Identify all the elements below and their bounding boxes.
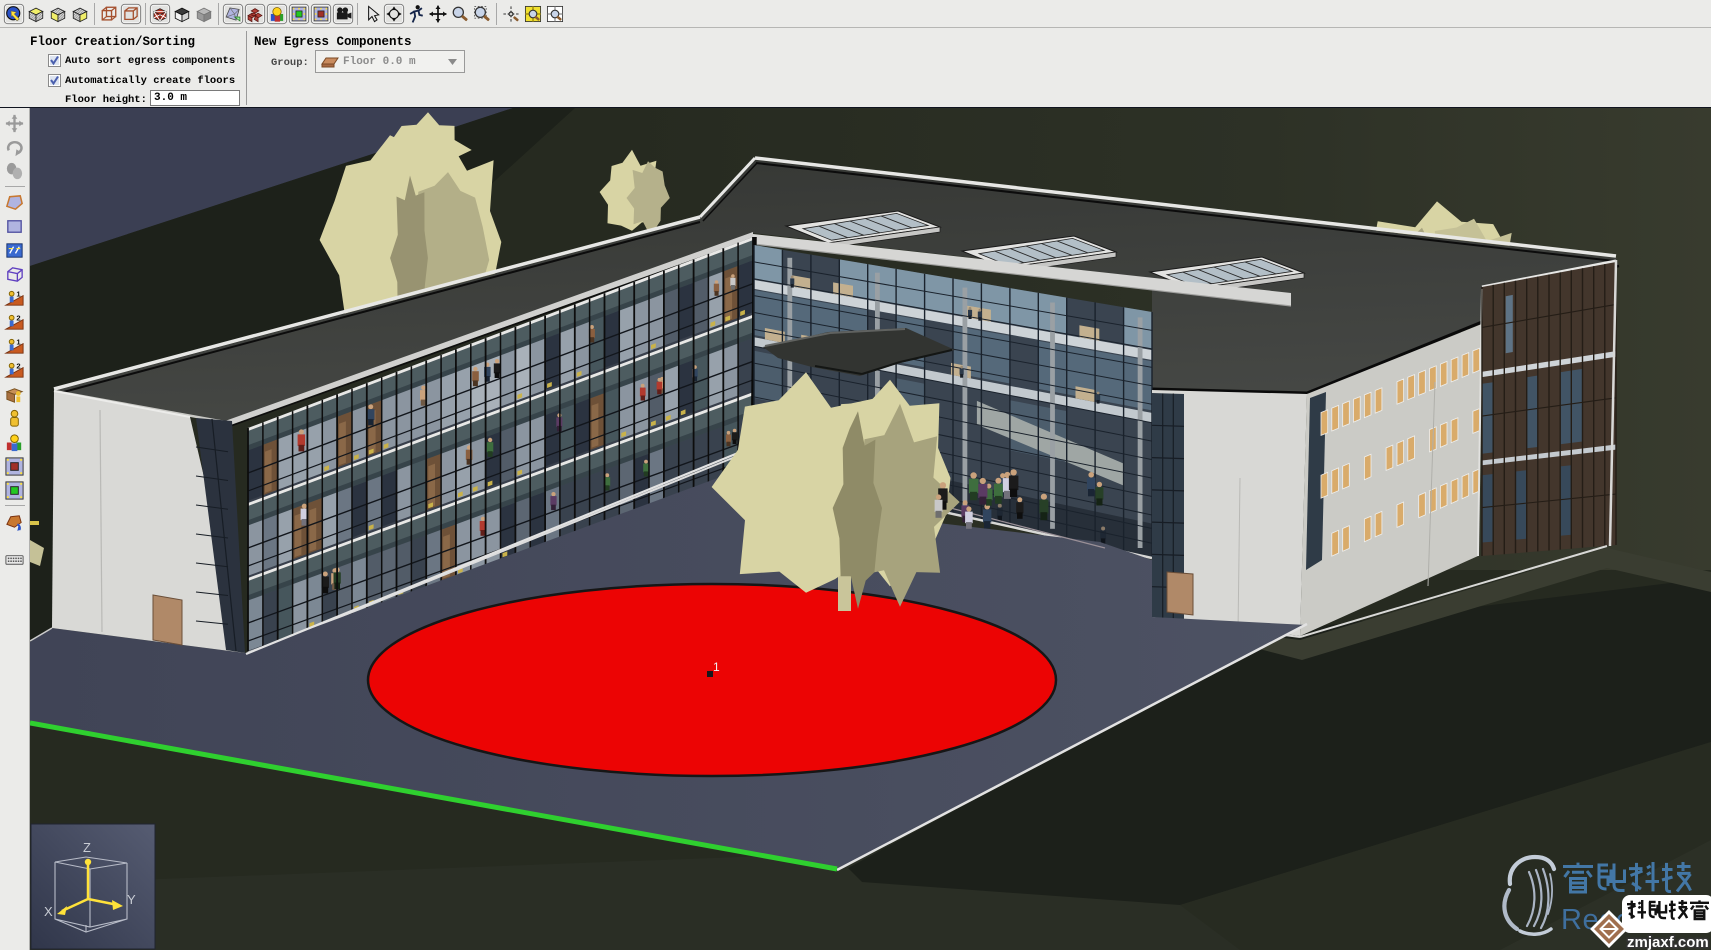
svg-text:1: 1 [16, 337, 21, 346]
svg-text:1: 1 [713, 660, 720, 674]
svg-text:Y: Y [127, 892, 136, 907]
svg-text:2: 2 [16, 361, 20, 370]
svg-text:X: X [44, 904, 53, 919]
svg-text:2: 2 [16, 313, 20, 322]
svg-text:Z: Z [83, 840, 91, 855]
svg-text:1: 1 [16, 289, 21, 298]
svg-text:zmjaxf.com: zmjaxf.com [1627, 934, 1709, 950]
